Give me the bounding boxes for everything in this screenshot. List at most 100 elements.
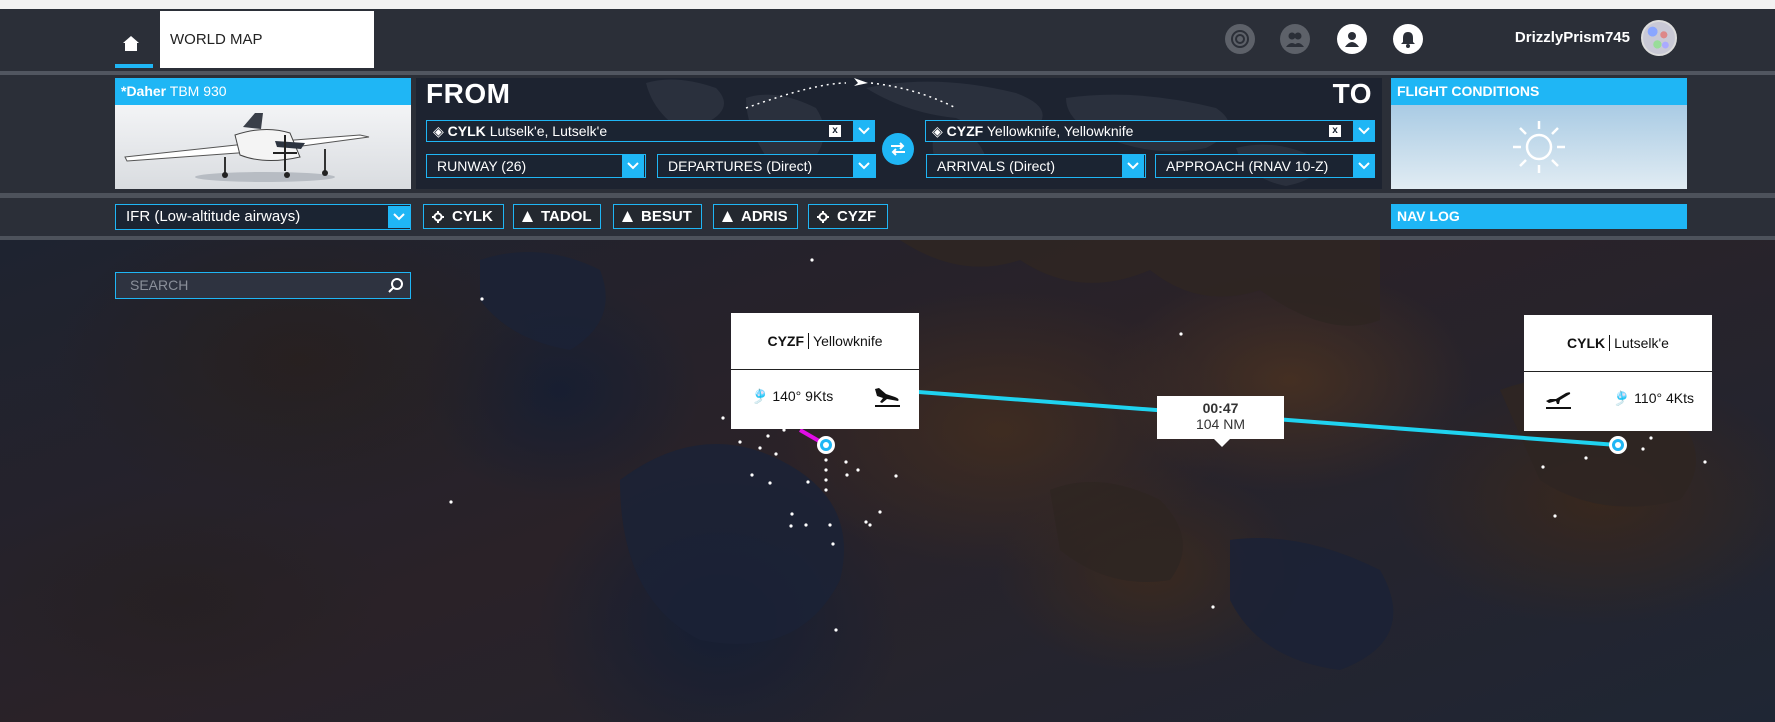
swap-icon	[891, 142, 905, 156]
waypoint-label: CYLK	[452, 208, 493, 225]
avatar[interactable]	[1641, 20, 1677, 56]
waypoint-triangle-icon	[522, 211, 533, 222]
arrival-airport-field[interactable]: ◈ CYZF Yellowknife, Yellowknife	[925, 120, 1375, 142]
swap-route-button[interactable]	[882, 133, 914, 165]
chevron-down-icon	[1127, 162, 1139, 170]
to-label: TO	[1332, 78, 1372, 109]
friends-button[interactable]	[1280, 24, 1310, 54]
flight-plan-type-select[interactable]: IFR (Low-altitude airways)	[115, 204, 411, 230]
profile-icon	[1345, 32, 1359, 47]
departure-dropdown-button[interactable]	[853, 120, 875, 142]
waypoint-label: BESUT	[641, 208, 692, 225]
waypoint-triangle-icon	[722, 211, 733, 222]
departure-airport-popup[interactable]: CYLK Lutselk'e 🎐 110° 4Kts	[1524, 315, 1712, 431]
waypoint-chip[interactable]: TADOL	[513, 204, 601, 229]
from-label: FROM	[426, 78, 511, 109]
waypoint-chip[interactable]: CYZF	[808, 204, 888, 229]
arrival-dropdown-button[interactable]	[1353, 120, 1375, 142]
departure-airport-field[interactable]: ◈ CYLK Lutselk'e, Lutselk'e	[426, 120, 875, 142]
home-icon	[123, 36, 139, 51]
map-search-input[interactable]: SEARCH	[115, 272, 411, 299]
aircraft-model: TBM 930	[169, 83, 227, 99]
aircraft-prefix: *Daher	[121, 83, 167, 99]
home-button[interactable]	[115, 28, 147, 60]
popup-header: CYLK Lutselk'e	[1524, 315, 1712, 372]
waypoint-triangle-icon	[622, 211, 633, 222]
flight-plan-type-dropdown-button[interactable]	[388, 206, 410, 228]
popup-airport-name: Lutselk'e	[1614, 335, 1669, 351]
chevron-down-icon	[858, 162, 870, 170]
notifications-icon	[1401, 32, 1415, 48]
notifications-button[interactable]	[1393, 24, 1423, 54]
aircraft-title: *Daher TBM 930	[115, 78, 411, 105]
clear-departure-button[interactable]: x	[829, 125, 841, 137]
waypoint-chip[interactable]: CYLK	[423, 204, 504, 229]
windsock-icon: 🎐	[1612, 389, 1631, 406]
approach-dropdown-button[interactable]	[1353, 155, 1375, 177]
friends-icon	[1286, 32, 1304, 47]
profile-button[interactable]	[1337, 24, 1367, 54]
departure-name: Lutselk'e, Lutselk'e	[489, 123, 608, 139]
nav-log-button[interactable]: NAV LOG	[1391, 204, 1687, 229]
waypoint-chip[interactable]: BESUT	[613, 204, 702, 229]
takeoff-icon	[1546, 392, 1571, 409]
popup-header: CYZF Yellowknife	[731, 313, 919, 370]
waypoint-label: ADRIS	[741, 208, 788, 225]
chevron-down-icon	[393, 213, 405, 221]
waypoint-label: CYZF	[837, 208, 877, 225]
chevron-down-icon	[627, 162, 639, 170]
wind-value: 140° 9Kts	[772, 387, 834, 404]
sun-icon	[1513, 121, 1565, 173]
flight-conditions-title: FLIGHT CONDITIONS	[1391, 78, 1687, 105]
departures-select[interactable]: DEPARTURES (Direct)	[657, 154, 876, 178]
popup-body: 🎐 110° 4Kts	[1524, 372, 1712, 424]
departures-dropdown-button[interactable]	[853, 155, 875, 177]
chevron-down-icon	[1358, 162, 1370, 170]
arrivals-select[interactable]: ARRIVALS (Direct)	[926, 154, 1146, 178]
waypoint-chip[interactable]: ADRIS	[713, 204, 798, 229]
airport-icon: ◈	[433, 123, 444, 139]
weather-preview	[1391, 105, 1687, 189]
wind-value: 110° 4Kts	[1634, 389, 1694, 406]
landing-icon	[875, 388, 900, 407]
home-tab-indicator	[115, 64, 153, 68]
departure-airport-marker	[1609, 436, 1627, 454]
approach-select[interactable]: APPROACH (RNAV 10-Z)	[1155, 154, 1375, 178]
leg-distance: 104 NM	[1195, 416, 1246, 432]
runway-dropdown-button[interactable]	[622, 155, 644, 177]
aircraft-image	[115, 105, 411, 189]
popup-airport-name: Yellowknife	[813, 333, 883, 349]
flight-plan-type-label: IFR (Low-altitude airways)	[126, 208, 301, 225]
wind-info: 🎐 140° 9Kts	[751, 388, 833, 405]
leg-info-label: 00:47 104 NM	[1157, 396, 1284, 447]
runway-select[interactable]: RUNWAY (26)	[426, 154, 646, 178]
activity-button[interactable]	[1225, 24, 1255, 54]
username[interactable]: DrizzlyPrism745	[1470, 29, 1630, 46]
tab-world-map[interactable]: WORLD MAP	[160, 11, 374, 68]
aircraft-selector[interactable]: *Daher TBM 930	[115, 78, 411, 189]
search-icon	[388, 278, 403, 293]
airport-icon: ◈	[932, 123, 943, 139]
airport-icon	[432, 210, 444, 223]
arrival-airport-popup[interactable]: CYZF Yellowknife 🎐 140° 9Kts	[731, 313, 919, 429]
wind-info: 🎐 110° 4Kts	[1613, 390, 1694, 407]
window-top-strip	[0, 0, 1775, 9]
clear-arrival-button[interactable]: x	[1329, 125, 1341, 137]
windsock-icon: 🎐	[751, 387, 769, 404]
arrival-code: CYZF	[946, 123, 984, 139]
arrival-name: Yellowknife, Yellowknife	[986, 123, 1134, 139]
search-placeholder: SEARCH	[130, 277, 189, 293]
popup-airport-code: CYLK	[1567, 335, 1611, 351]
departure-code: CYLK	[447, 123, 486, 139]
activity-icon	[1231, 30, 1249, 48]
chevron-down-icon	[1358, 127, 1370, 135]
leg-time: 00:47	[1202, 400, 1239, 416]
popup-airport-code: CYZF	[767, 333, 810, 349]
chevron-down-icon	[858, 127, 870, 135]
airport-icon	[817, 210, 829, 223]
arrivals-dropdown-button[interactable]	[1122, 155, 1144, 177]
waypoint-label: TADOL	[541, 208, 592, 225]
arrival-airport-marker	[817, 436, 835, 454]
popup-body: 🎐 140° 9Kts	[731, 370, 919, 422]
flight-conditions-panel[interactable]: FLIGHT CONDITIONS	[1391, 78, 1687, 189]
